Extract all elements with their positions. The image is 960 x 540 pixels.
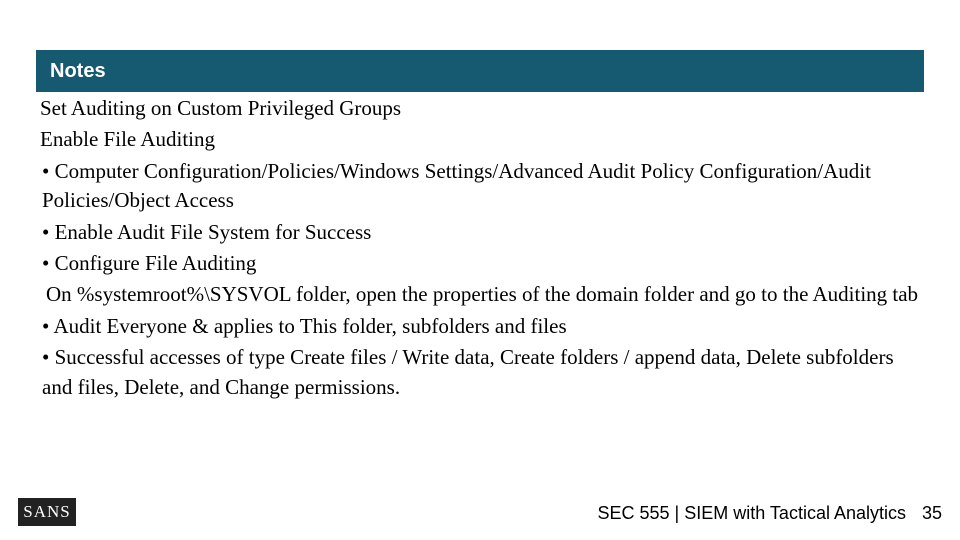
bullet-3: • Configure File Auditing [40, 249, 920, 278]
sans-logo: SANS [18, 498, 76, 526]
notes-header-bar: Notes [36, 50, 924, 92]
footer: SANS SEC 555 | SIEM with Tactical Analyt… [0, 492, 960, 526]
bullet-1: • Computer Configuration/Policies/Window… [40, 157, 920, 216]
course-label: SEC 555 | SIEM with Tactical Analytics [598, 503, 906, 524]
bullet-2: • Enable Audit File System for Success [40, 218, 920, 247]
body-text: Set Auditing on Custom Privileged Groups… [40, 94, 920, 404]
logo-text: SANS [23, 502, 70, 522]
page-number: 35 [922, 503, 942, 524]
slide: Notes Set Auditing on Custom Privileged … [0, 0, 960, 540]
bullet-4: • Audit Everyone & applies to This folde… [40, 312, 920, 341]
notes-label: Notes [50, 60, 106, 82]
section-title-1: Set Auditing on Custom Privileged Groups [40, 94, 920, 123]
bullet-5: • Successful accesses of type Create fil… [40, 343, 920, 402]
sub-1: On %systemroot%\SYSVOL folder, open the … [40, 280, 920, 309]
section-title-2: Enable File Auditing [40, 125, 920, 154]
